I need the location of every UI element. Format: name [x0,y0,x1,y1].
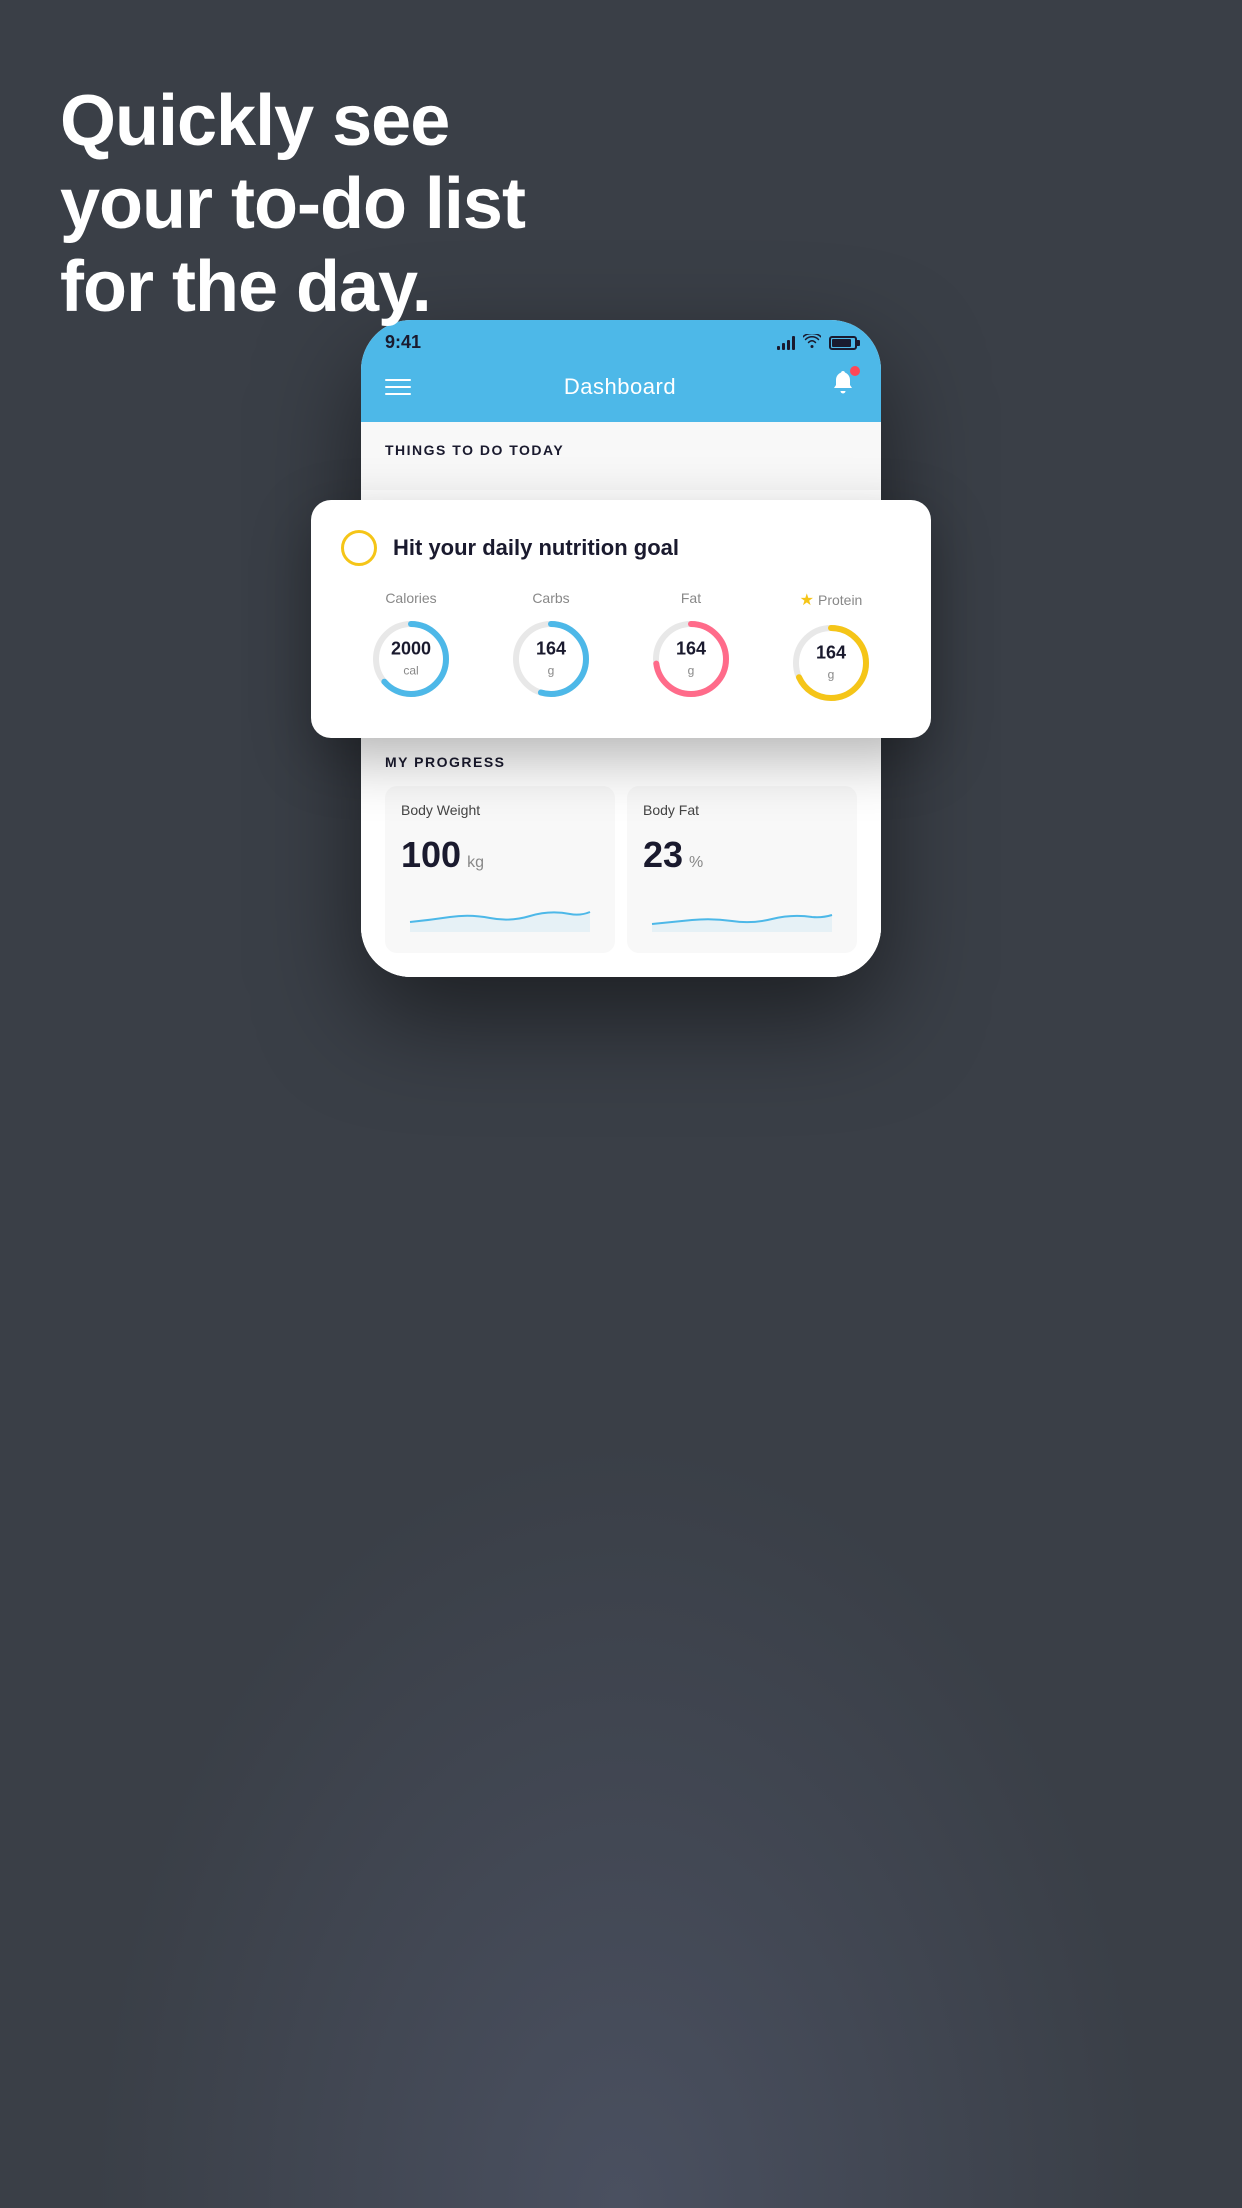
nutrition-card-title: Hit your daily nutrition goal [393,535,679,561]
protein-chart: 164 g [786,618,876,708]
nutrition-card: Hit your daily nutrition goal Calories 2… [311,500,931,738]
fat-value: 164 [676,639,706,661]
app-header: Dashboard [361,359,881,422]
wifi-icon [803,334,821,351]
body-fat-card: Body Fat 23 % [627,786,857,953]
body-fat-value: 23 [643,834,683,876]
things-section-title: THINGS TO DO TODAY [385,442,564,458]
calories-chart: 2000 cal [366,614,456,704]
hero-text: Quickly see your to-do list for the day. [60,80,525,328]
fat-chart: 164 g [646,614,736,704]
body-weight-card: Body Weight 100 kg [385,786,615,953]
hero-line2: your to-do list [60,163,525,246]
carbs-item: Carbs 164 g [506,590,596,704]
body-weight-value: 100 [401,834,461,876]
progress-section: MY PROGRESS Body Weight 100 kg [361,730,881,977]
bell-icon [829,373,857,403]
calories-label: Calories [385,590,436,606]
body-fat-sparkline [643,892,841,932]
hero-line3: for the day. [60,246,525,329]
notification-badge [850,366,860,376]
body-weight-title: Body Weight [401,802,599,818]
protein-item: ★ Protein 164 g [786,590,876,708]
body-weight-value-row: 100 kg [401,834,599,876]
nutrition-check-circle[interactable] [341,530,377,566]
status-time: 9:41 [385,332,421,353]
progress-section-title: MY PROGRESS [385,754,857,770]
calories-item: Calories 2000 cal [366,590,456,704]
protein-value: 164 [816,643,846,665]
things-section-header: THINGS TO DO TODAY [361,422,881,470]
body-weight-unit: kg [467,854,484,872]
protein-unit: g [828,667,835,681]
carbs-chart: 164 g [506,614,596,704]
fat-unit: g [688,663,695,677]
battery-icon [829,336,857,350]
protein-label: ★ Protein [800,590,863,610]
carbs-label: Carbs [532,590,569,606]
header-title: Dashboard [564,374,676,400]
calories-value: 2000 [391,639,431,661]
nutrition-card-header: Hit your daily nutrition goal [341,530,901,566]
carbs-unit: g [548,663,555,677]
hero-line1: Quickly see [60,80,525,163]
nutrition-circles: Calories 2000 cal Carbs [341,590,901,708]
calories-unit: cal [403,663,418,677]
body-weight-sparkline [401,892,599,932]
star-icon: ★ [800,590,814,610]
body-fat-unit: % [689,854,703,872]
body-fat-value-row: 23 % [643,834,841,876]
fat-item: Fat 164 g [646,590,736,704]
carbs-value: 164 [536,639,566,661]
fat-label: Fat [681,590,701,606]
hamburger-menu-icon[interactable] [385,379,411,395]
notification-button[interactable] [829,369,857,404]
progress-cards: Body Weight 100 kg Body Fat [385,786,857,977]
signal-bars-icon [777,336,795,350]
status-icons [777,334,857,351]
body-fat-title: Body Fat [643,802,841,818]
